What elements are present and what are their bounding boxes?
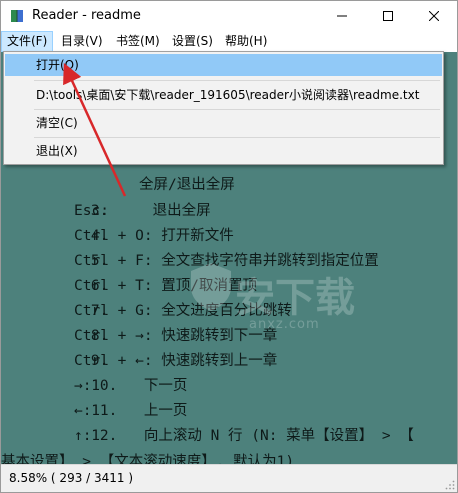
menu-file[interactable]: 文件(F) — [1, 31, 54, 52]
menu-bookmarks[interactable]: 书签(M) — [111, 31, 165, 52]
text-line: 10. →: 下一页 — [74, 378, 188, 394]
close-button[interactable] — [411, 1, 457, 31]
progress-status: 8.58% ( 293 / 3411 ) — [9, 471, 134, 485]
menu-separator — [34, 137, 440, 138]
menu-help[interactable]: 帮助(H) — [220, 31, 272, 52]
file-menu-dropdown: 打开(O) D:\tools\桌面\安下载\reader_191605\read… — [3, 51, 444, 165]
text-line: 6. Ctrl + T: 置顶/取消置顶 — [74, 278, 258, 294]
menu-recent-file-item[interactable]: D:\tools\桌面\安下载\reader_191605\reader小说阅读… — [5, 84, 442, 106]
maximize-button[interactable] — [365, 1, 411, 31]
text-line: 8. Ctrl + →: 快速跳转到下一章 — [74, 328, 278, 344]
menu-clear-item[interactable]: 清空(C) — [5, 112, 442, 134]
text-line: 11. ←: 上一页 — [74, 403, 188, 419]
title-bar[interactable]: Reader - readme — [1, 1, 457, 31]
menu-separator — [34, 80, 440, 81]
close-icon — [429, 11, 439, 21]
minimize-icon — [337, 15, 347, 17]
resize-grip-icon[interactable] — [445, 480, 455, 490]
menu-separator — [34, 109, 440, 110]
text-line: 5. Ctrl + F: 全文查找字符串并跳转到指定位置 — [74, 253, 379, 269]
text-line: 9. Ctrl + ←: 快速跳转到上一章 — [74, 353, 278, 369]
book-icon — [11, 10, 23, 22]
text-line: 3. Esc: 退出全屏 — [74, 203, 211, 219]
text-line: 4. Ctrl + O: 打开新文件 — [74, 228, 234, 244]
menu-exit-item[interactable]: 退出(X) — [5, 140, 442, 162]
text-line: 12. ↑: 向上滚动 N 行 (N: 菜单【设置】 > 【 — [74, 428, 414, 444]
text-line: 基本设置】 > 【文本滚动速度】, 默认为1) — [1, 454, 295, 464]
reader-window: Reader - readme 文件(F) 目录(V) 书签(M) 设置(S) … — [0, 0, 458, 493]
menu-open-item[interactable]: 打开(O) — [5, 54, 442, 76]
window-title: Reader - readme — [32, 8, 141, 23]
maximize-icon — [383, 11, 393, 21]
text-line: 7. Ctrl + G: 全文进度百分比跳转 — [74, 303, 292, 319]
menu-directory[interactable]: 目录(V) — [56, 31, 108, 52]
status-bar: 8.58% ( 293 / 3411 ) — [1, 464, 457, 492]
menu-settings[interactable]: 设置(S) — [167, 31, 218, 52]
minimize-button[interactable] — [319, 1, 365, 31]
menu-bar: 文件(F) 目录(V) 书签(M) 设置(S) 帮助(H) — [1, 31, 457, 52]
